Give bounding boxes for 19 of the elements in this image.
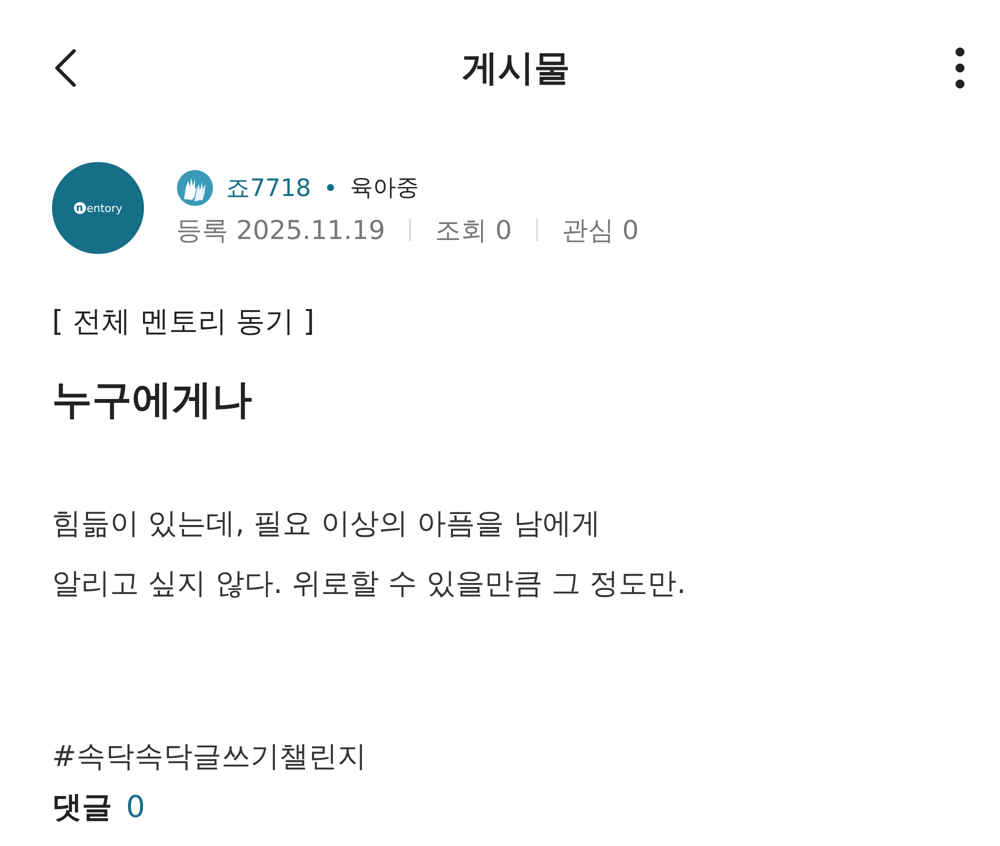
back-icon[interactable]: [52, 48, 78, 88]
hands-badge-icon: [176, 168, 214, 206]
hashtag[interactable]: #속닥속닥글쓰기챌린지: [52, 737, 948, 777]
more-icon[interactable]: [954, 47, 966, 89]
post-meta: 등록 2025.11.19: [176, 214, 386, 248]
post-meta: 관심 0: [562, 214, 639, 248]
post-meta: 조회 0: [435, 214, 512, 248]
profile-avatar[interactable]: n entory: [52, 162, 144, 254]
post-body-line: 알리고 싶지 않다. 위로할 수 있을만큼 그 정도만.: [52, 565, 687, 602]
author-status: 육아중: [350, 174, 420, 203]
post-body-line: 힘듦이 있는데, 필요 이상의 아픔을 남에게: [52, 505, 602, 542]
avatar-logo: n entory: [74, 202, 122, 214]
post-category: [ 전체 멘토리 동기 ]: [52, 303, 316, 340]
comments-label: 댓글: [52, 791, 112, 824]
separator-dot-icon: [327, 184, 334, 191]
page-title: 게시물: [462, 46, 570, 90]
post-title: 누구에게나: [52, 376, 253, 425]
comments-count: 0: [126, 791, 146, 824]
author-nickname[interactable]: 죠7718: [226, 172, 312, 204]
